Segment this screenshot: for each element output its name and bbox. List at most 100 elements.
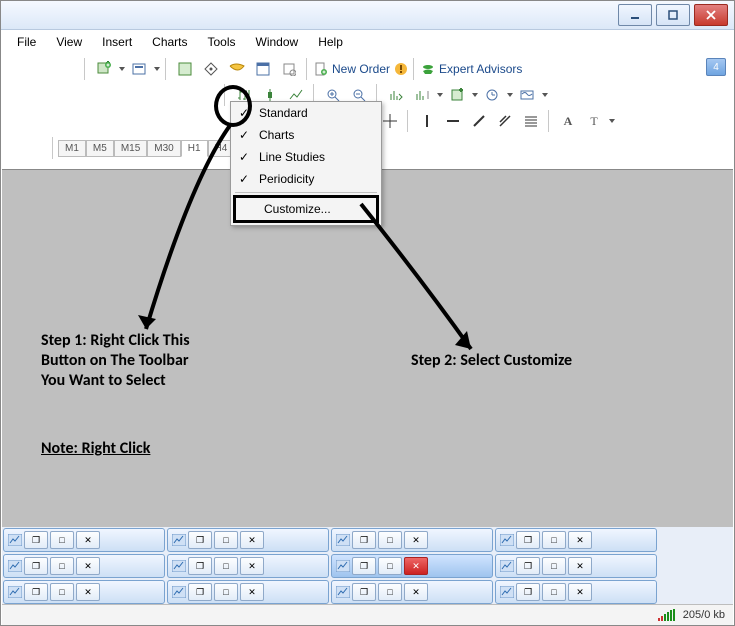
- period-m15[interactable]: M15: [114, 140, 147, 157]
- tab-maximize-button[interactable]: □: [542, 531, 566, 549]
- tab-maximize-button[interactable]: □: [378, 583, 402, 601]
- mdi-tab[interactable]: ❐□✕: [331, 528, 493, 552]
- chevron-down-icon[interactable]: [507, 93, 513, 97]
- tab-close-button[interactable]: ✕: [568, 583, 592, 601]
- mdi-tab[interactable]: ❐□✕: [167, 580, 329, 604]
- tab-maximize-button[interactable]: □: [378, 557, 402, 575]
- menu-file[interactable]: File: [9, 32, 44, 52]
- tab-maximize-button[interactable]: □: [542, 583, 566, 601]
- tab-restore-button[interactable]: ❐: [516, 557, 540, 575]
- autoscroll-button[interactable]: [384, 83, 408, 107]
- context-item-customize[interactable]: Customize...: [236, 198, 376, 220]
- strategy-tester-button[interactable]: [277, 57, 301, 81]
- window-close-button[interactable]: [694, 4, 728, 26]
- tab-close-button[interactable]: ✕: [404, 557, 428, 575]
- mdi-tab[interactable]: ❐□✕: [495, 528, 657, 552]
- tab-close-button[interactable]: ✕: [568, 531, 592, 549]
- tab-close-button[interactable]: ✕: [240, 557, 264, 575]
- mdi-tab[interactable]: ❐□✕: [495, 554, 657, 578]
- tab-maximize-button[interactable]: □: [50, 557, 74, 575]
- menu-insert[interactable]: Insert: [94, 32, 140, 52]
- chevron-down-icon[interactable]: [609, 119, 615, 123]
- window-minimize-button[interactable]: [618, 4, 652, 26]
- new-order-button[interactable]: New Order: [314, 62, 408, 76]
- data-window-button[interactable]: [225, 57, 249, 81]
- tab-restore-button[interactable]: ❐: [188, 583, 212, 601]
- toolbar-grip-icon[interactable]: [84, 58, 87, 80]
- chevron-down-icon[interactable]: [542, 93, 548, 97]
- period-m1[interactable]: M1: [58, 140, 86, 157]
- fibonacci-button[interactable]: [519, 109, 543, 133]
- tab-close-button[interactable]: ✕: [76, 557, 100, 575]
- tab-maximize-button[interactable]: □: [378, 531, 402, 549]
- tab-restore-button[interactable]: ❐: [24, 557, 48, 575]
- chevron-down-icon[interactable]: [154, 67, 160, 71]
- new-chart-button[interactable]: [92, 57, 116, 81]
- window-maximize-button[interactable]: [656, 4, 690, 26]
- tab-restore-button[interactable]: ❐: [24, 531, 48, 549]
- tab-close-button[interactable]: ✕: [404, 583, 428, 601]
- mdi-tab[interactable]: ❐□✕: [3, 554, 165, 578]
- tab-restore-button[interactable]: ❐: [516, 583, 540, 601]
- tab-close-button[interactable]: ✕: [568, 557, 592, 575]
- navigator-button[interactable]: [199, 57, 223, 81]
- equidistant-channel-button[interactable]: [493, 109, 517, 133]
- text-button[interactable]: A: [556, 109, 580, 133]
- menu-help[interactable]: Help: [310, 32, 351, 52]
- tab-restore-button[interactable]: ❐: [24, 583, 48, 601]
- text-label-button[interactable]: T: [582, 109, 606, 133]
- tab-close-button[interactable]: ✕: [240, 583, 264, 601]
- mdi-tab[interactable]: ❐□✕: [3, 528, 165, 552]
- expert-advisors-button[interactable]: Expert Advisors: [421, 62, 522, 76]
- period-h1[interactable]: H1: [181, 140, 208, 157]
- tab-maximize-button[interactable]: □: [214, 531, 238, 549]
- tab-restore-button[interactable]: ❐: [352, 583, 376, 601]
- period-m5[interactable]: M5: [86, 140, 114, 157]
- context-item-standard[interactable]: ✓Standard: [231, 102, 381, 124]
- tab-close-button[interactable]: ✕: [76, 531, 100, 549]
- mdi-tab[interactable]: ❐□✕: [495, 580, 657, 604]
- tab-close-button[interactable]: ✕: [240, 531, 264, 549]
- terminal-button[interactable]: [251, 57, 275, 81]
- mdi-tab[interactable]: ❐□✕: [167, 528, 329, 552]
- templates-button[interactable]: [515, 83, 539, 107]
- profiles-button[interactable]: [127, 57, 151, 81]
- toolbar-grip-icon[interactable]: [52, 137, 55, 159]
- tab-restore-button[interactable]: ❐: [188, 531, 212, 549]
- tab-restore-button[interactable]: ❐: [352, 557, 376, 575]
- menu-window[interactable]: Window: [248, 32, 307, 52]
- tab-close-button[interactable]: ✕: [76, 583, 100, 601]
- chevron-down-icon[interactable]: [437, 93, 443, 97]
- connection-signal-icon: [658, 609, 675, 621]
- mdi-tab[interactable]: ❐□✕: [167, 554, 329, 578]
- context-item-charts[interactable]: ✓Charts: [231, 124, 381, 146]
- tab-maximize-button[interactable]: □: [50, 531, 74, 549]
- tab-maximize-button[interactable]: □: [214, 583, 238, 601]
- period-m30[interactable]: M30: [147, 140, 180, 157]
- mdi-tab[interactable]: ❐□✕: [3, 580, 165, 604]
- context-item-periodicity[interactable]: ✓Periodicity: [231, 168, 381, 190]
- tab-maximize-button[interactable]: □: [50, 583, 74, 601]
- indicators-button[interactable]: [445, 83, 469, 107]
- menu-charts[interactable]: Charts: [144, 32, 195, 52]
- mdi-tab-active[interactable]: ❐□✕: [331, 554, 493, 578]
- tab-restore-button[interactable]: ❐: [188, 557, 212, 575]
- tab-maximize-button[interactable]: □: [542, 557, 566, 575]
- chart-shift-button[interactable]: [410, 83, 434, 107]
- chevron-down-icon[interactable]: [119, 67, 125, 71]
- tab-close-button[interactable]: ✕: [404, 531, 428, 549]
- context-item-line-studies[interactable]: ✓Line Studies: [231, 146, 381, 168]
- horizontal-line-button[interactable]: [441, 109, 465, 133]
- mql-button[interactable]: 4: [706, 58, 726, 76]
- vertical-line-button[interactable]: [415, 109, 439, 133]
- periodicity-button[interactable]: [480, 83, 504, 107]
- tab-restore-button[interactable]: ❐: [352, 531, 376, 549]
- tab-maximize-button[interactable]: □: [214, 557, 238, 575]
- menu-view[interactable]: View: [48, 32, 90, 52]
- mdi-tab[interactable]: ❐□✕: [331, 580, 493, 604]
- chevron-down-icon[interactable]: [472, 93, 478, 97]
- menu-tools[interactable]: Tools: [200, 32, 244, 52]
- tab-restore-button[interactable]: ❐: [516, 531, 540, 549]
- market-watch-button[interactable]: [173, 57, 197, 81]
- trendline-button[interactable]: [467, 109, 491, 133]
